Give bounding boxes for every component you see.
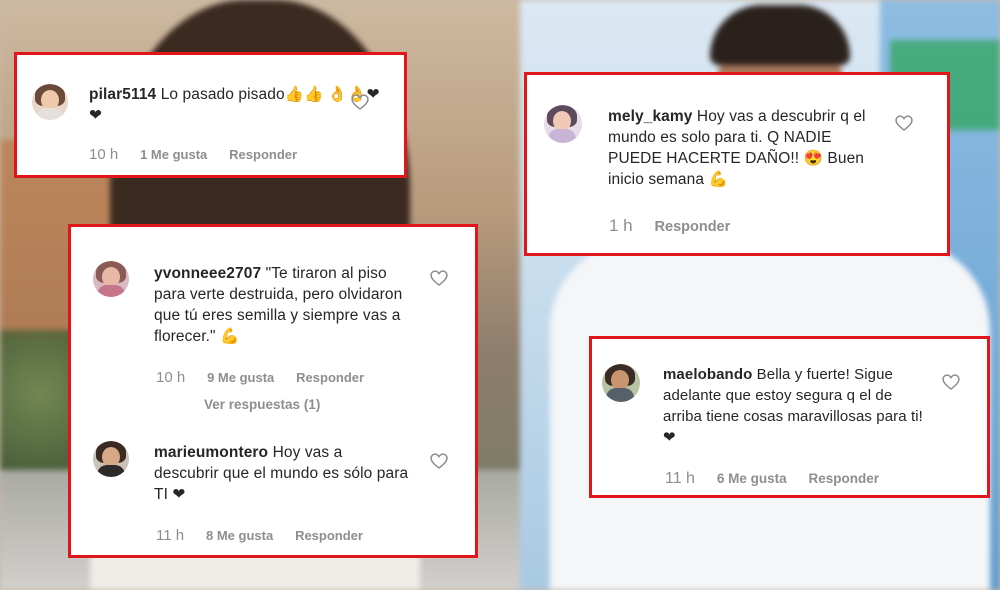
avatar[interactable] bbox=[93, 441, 129, 477]
comment-likes[interactable]: 1 Me gusta bbox=[140, 147, 207, 162]
comment-likes[interactable]: 6 Me gusta bbox=[717, 471, 787, 486]
comment-username[interactable]: marieumontero bbox=[154, 444, 268, 461]
comment-text: pilar5114 Lo pasado pisado👍👍 👌👌❤❤ bbox=[89, 84, 389, 126]
comment: mely_kamy Hoy vas a descubrir q el mundo… bbox=[527, 75, 947, 253]
avatar[interactable] bbox=[602, 364, 640, 402]
comment: yvonneee2707 "Te tiraron al piso para ve… bbox=[71, 227, 475, 412]
comment: pilar5114 Lo pasado pisado👍👍 👌👌❤❤ 10 h 1… bbox=[17, 55, 404, 175]
comment-time: 11 h bbox=[665, 470, 695, 487]
reply-button[interactable]: Responder bbox=[229, 147, 297, 162]
heart-outline-icon[interactable] bbox=[429, 451, 449, 471]
comment-likes[interactable]: 9 Me gusta bbox=[207, 370, 274, 385]
comment-likes[interactable]: 8 Me gusta bbox=[206, 528, 273, 543]
comment-card-pilar5114: pilar5114 Lo pasado pisado👍👍 👌👌❤❤ 10 h 1… bbox=[14, 52, 407, 178]
avatar[interactable] bbox=[32, 84, 68, 120]
reply-button[interactable]: Responder bbox=[655, 219, 731, 235]
comment-meta: 11 h 6 Me gusta Responder bbox=[665, 470, 897, 488]
heart-outline-icon[interactable] bbox=[941, 372, 961, 392]
heart-outline-icon[interactable] bbox=[429, 268, 449, 288]
comment-time: 10 h bbox=[89, 146, 119, 163]
avatar[interactable] bbox=[93, 261, 129, 297]
comment-card-maelobando: maelobando Bella y fuerte! Sigue adelant… bbox=[589, 336, 990, 498]
comment-time: 10 h bbox=[156, 369, 186, 386]
reply-button[interactable]: Responder bbox=[809, 471, 880, 486]
avatar[interactable] bbox=[544, 105, 582, 143]
comment-text: maelobando Bella y fuerte! Sigue adelant… bbox=[663, 364, 933, 448]
comment-meta: 10 h 1 Me gusta Responder bbox=[89, 146, 315, 163]
comment-username[interactable]: maelobando bbox=[663, 366, 752, 383]
reply-button[interactable]: Responder bbox=[295, 528, 363, 543]
comment-username[interactable]: yvonneee2707 bbox=[154, 265, 261, 282]
heart-outline-icon[interactable] bbox=[894, 113, 914, 133]
comment-time: 1 h bbox=[609, 216, 633, 235]
comment-text: yvonneee2707 "Te tiraron al piso para ve… bbox=[154, 263, 404, 347]
comment-text: marieumontero Hoy vas a descubrir que el… bbox=[154, 442, 409, 505]
comment-time: 11 h bbox=[156, 527, 185, 544]
comment: marieumontero Hoy vas a descubrir que el… bbox=[71, 427, 475, 557]
comment-card-yvonneee2707: yvonneee2707 "Te tiraron al piso para ve… bbox=[68, 224, 478, 558]
comment-username[interactable]: mely_kamy bbox=[608, 108, 693, 125]
view-replies-button[interactable]: Ver respuestas (1) bbox=[204, 397, 320, 412]
comment-card-mely-kamy: mely_kamy Hoy vas a descubrir q el mundo… bbox=[524, 72, 950, 256]
background-man-hair bbox=[710, 5, 850, 65]
comment-meta: 1 h Responder bbox=[609, 216, 748, 236]
reply-button[interactable]: Responder bbox=[296, 370, 364, 385]
comment-text: mely_kamy Hoy vas a descubrir q el mundo… bbox=[608, 106, 868, 190]
comment: maelobando Bella y fuerte! Sigue adelant… bbox=[592, 339, 987, 495]
comment-username[interactable]: pilar5114 bbox=[89, 86, 156, 103]
comment-meta: 11 h 8 Me gusta Responder bbox=[156, 527, 381, 544]
heart-outline-icon[interactable] bbox=[350, 92, 370, 112]
comment-meta: 10 h 9 Me gusta Responder bbox=[156, 369, 382, 386]
